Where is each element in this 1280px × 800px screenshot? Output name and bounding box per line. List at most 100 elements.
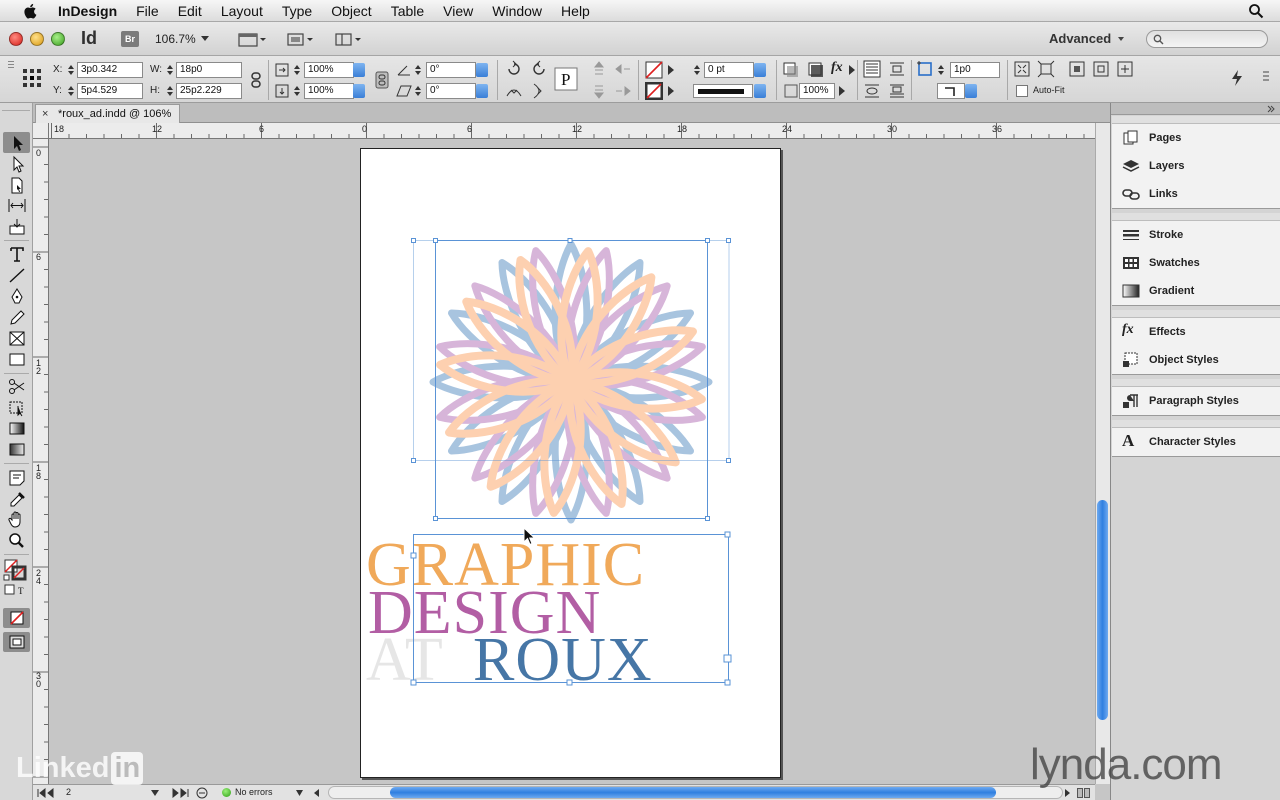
fill-swatch-none[interactable]	[645, 61, 663, 79]
h-field[interactable]: 25p2.229	[176, 83, 242, 99]
line-tool-icon[interactable]	[6, 266, 28, 285]
vertical-scroll-thumb[interactable]	[1097, 500, 1108, 720]
text-wrap-none-icon[interactable]	[863, 60, 881, 78]
fill-stroke-swatches-icon[interactable]	[3, 558, 29, 582]
rectangle-frame-tool-icon[interactable]	[6, 329, 28, 348]
panel-group-grip[interactable]	[1112, 420, 1280, 428]
panel-stroke[interactable]: Stroke	[1112, 221, 1280, 249]
stroke-weight-field[interactable]: 0 pt	[704, 62, 754, 78]
x-stepper-icon[interactable]	[67, 63, 75, 77]
gap-tool-icon[interactable]	[6, 196, 28, 215]
scale-x-dropdown[interactable]	[353, 63, 365, 77]
type-tool-icon[interactable]	[6, 245, 28, 264]
fx-arrow-icon[interactable]	[849, 65, 856, 75]
panel-group-grip[interactable]	[1112, 379, 1280, 387]
h-stepper-icon[interactable]	[166, 84, 174, 98]
menu-layout[interactable]: Layout	[221, 3, 263, 19]
drop-shadow-icon[interactable]	[782, 61, 800, 79]
fill-frame-proportionally-icon[interactable]	[1092, 60, 1110, 78]
select-content-icon[interactable]	[590, 82, 608, 100]
panel-layers[interactable]: Layers	[1112, 152, 1280, 180]
text-wrap-jump-icon[interactable]	[888, 82, 906, 100]
rotation-field[interactable]: 0°	[426, 62, 476, 78]
apple-icon[interactable]	[22, 3, 40, 19]
zoom-tool-icon[interactable]	[6, 531, 28, 550]
panel-pages[interactable]: Pages	[1112, 124, 1280, 152]
panel-swatches[interactable]: Swatches	[1112, 249, 1280, 277]
zoom-level[interactable]: 106.7%	[155, 32, 196, 46]
rotation-stepper-icon[interactable]	[414, 63, 422, 77]
w-field[interactable]: 18p0	[176, 62, 242, 78]
text-out-port[interactable]	[723, 654, 732, 663]
panel-paragraph-styles[interactable]: Paragraph Styles	[1112, 387, 1280, 415]
flip-horizontal-icon[interactable]	[505, 82, 523, 100]
corner-shape-selector[interactable]	[937, 83, 965, 99]
opacity-field[interactable]: 100%	[799, 83, 835, 99]
gradient-swatch-tool-icon[interactable]	[6, 419, 28, 438]
menu-help[interactable]: Help	[561, 3, 590, 19]
pen-tool-icon[interactable]	[6, 287, 28, 306]
rotate-clockwise-icon[interactable]	[505, 60, 523, 78]
collapse-dock-icon[interactable]	[1266, 104, 1276, 114]
scroll-left-icon[interactable]	[313, 788, 320, 798]
rotate-counterclockwise-icon[interactable]	[530, 60, 548, 78]
free-transform-tool-icon[interactable]	[6, 398, 28, 417]
y-field[interactable]: 5p4.529	[77, 83, 143, 99]
content-collector-tool-icon[interactable]	[6, 217, 28, 236]
menu-type[interactable]: Type	[282, 3, 312, 19]
panel-effects[interactable]: fx Effects	[1112, 318, 1280, 346]
corner-size-stepper-icon[interactable]	[937, 63, 945, 77]
page-number-field[interactable]: 2	[66, 787, 71, 797]
formatting-affects-icon[interactable]: T	[4, 584, 28, 596]
constrain-proportions-icon[interactable]	[247, 71, 265, 89]
panel-object-styles[interactable]: Object Styles	[1112, 346, 1280, 374]
center-content-icon[interactable]	[1068, 60, 1086, 78]
scissors-tool-icon[interactable]	[6, 377, 28, 396]
stroke-weight-stepper-icon[interactable]	[693, 63, 701, 77]
quick-apply-icon[interactable]	[1228, 69, 1246, 87]
text-wrap-shape-icon[interactable]	[863, 82, 881, 100]
preflight-icon[interactable]	[196, 787, 209, 799]
close-tab-icon[interactable]: ×	[42, 105, 48, 123]
normal-screen-mode-icon[interactable]	[6, 633, 28, 652]
object-effects-icon[interactable]	[807, 61, 825, 79]
arrange-documents-icon[interactable]	[334, 31, 364, 48]
panel-dock-header[interactable]	[1111, 103, 1280, 115]
fill-swatch-arrow-icon[interactable]	[667, 64, 675, 76]
panel-gradient[interactable]: Gradient	[1112, 277, 1280, 305]
workspace-switcher[interactable]: Advanced	[1049, 31, 1111, 46]
stroke-swatch-arrow-icon[interactable]	[667, 85, 675, 97]
scale-y-field[interactable]: 100%	[304, 83, 354, 99]
selection-tool-icon[interactable]	[6, 134, 28, 153]
panel-group-grip[interactable]	[1112, 116, 1280, 124]
pencil-tool-icon[interactable]	[6, 308, 28, 327]
first-previous-page-icon[interactable]	[37, 788, 59, 798]
next-last-page-icon[interactable]	[167, 788, 189, 798]
text-wrap-bounding-icon[interactable]	[888, 60, 906, 78]
horizontal-ruler[interactable]: 18126061218243036	[49, 123, 1095, 139]
select-next-icon[interactable]	[614, 82, 632, 100]
scale-x-stepper-icon[interactable]	[293, 63, 301, 77]
page-tool-icon[interactable]	[6, 176, 28, 195]
rotation-dropdown[interactable]	[476, 63, 488, 77]
scale-y-dropdown[interactable]	[353, 84, 365, 98]
apply-none-icon[interactable]	[6, 609, 28, 628]
stroke-weight-dropdown[interactable]	[754, 63, 766, 77]
corner-shape-dropdown[interactable]	[965, 84, 977, 98]
screen-mode-icon[interactable]	[286, 31, 316, 48]
gradient-feather-tool-icon[interactable]	[6, 440, 28, 459]
reference-point-icon[interactable]	[22, 68, 42, 88]
direct-selection-tool-icon[interactable]	[6, 155, 28, 174]
eyedropper-tool-icon[interactable]	[6, 489, 28, 508]
fx-icon[interactable]: fx	[831, 60, 843, 76]
preflight-status-text[interactable]: No errors	[235, 787, 273, 797]
scale-x-field[interactable]: 100%	[304, 62, 354, 78]
shear-dropdown[interactable]	[476, 84, 488, 98]
stroke-type-selector[interactable]	[693, 84, 753, 98]
menu-edit[interactable]: Edit	[178, 3, 202, 19]
select-previous-icon[interactable]	[614, 60, 632, 78]
x-field[interactable]: 3p0.342	[77, 62, 143, 78]
control-panel-menu-icon[interactable]	[1262, 70, 1270, 86]
menu-file[interactable]: File	[136, 3, 159, 19]
vertical-scrollbar[interactable]	[1095, 123, 1110, 784]
